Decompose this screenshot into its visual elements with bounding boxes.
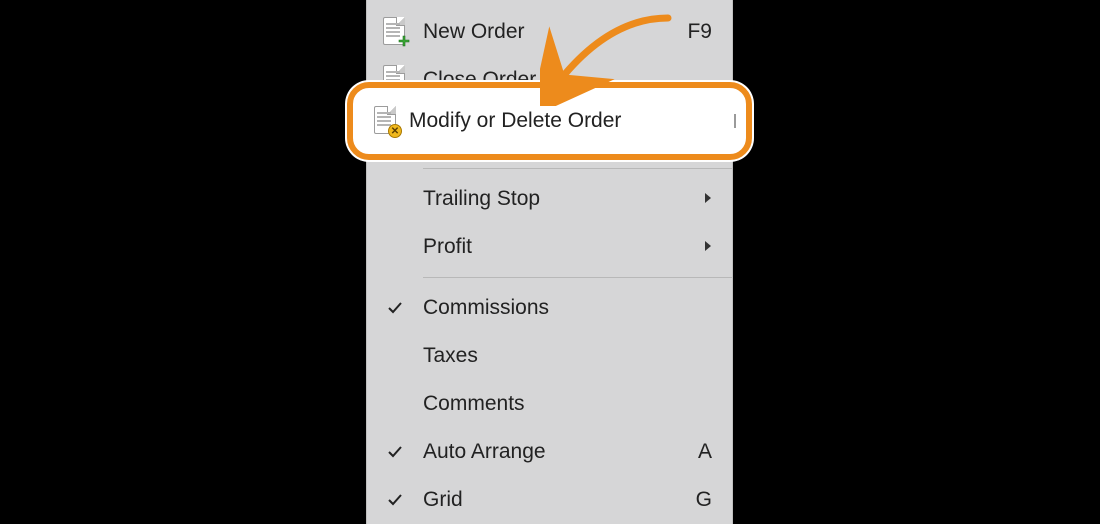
menu-separator (423, 277, 732, 278)
submenu-arrow-icon (704, 239, 712, 255)
menu-item-label: Comments (423, 392, 712, 416)
highlight-tick (734, 114, 736, 128)
menu-item-shortcut: G (696, 488, 712, 512)
menu-item-trailing-stop[interactable]: Trailing Stop (367, 175, 732, 223)
menu-item-modify-delete[interactable]: ✕ Modify or Delete Order (353, 102, 746, 140)
menu-item-auto-arrange[interactable]: Auto Arrange A (367, 428, 732, 476)
check-icon (367, 476, 423, 524)
menu-item-commissions[interactable]: Commissions (367, 284, 732, 332)
menu-item-shortcut: F9 (687, 20, 712, 44)
menu-item-comments[interactable]: Comments (367, 380, 732, 428)
submenu-arrow-icon (704, 191, 712, 207)
highlight-callout: ✕ Modify or Delete Order (347, 82, 752, 160)
menu-item-grid[interactable]: Grid G (367, 476, 732, 524)
menu-item-taxes[interactable]: Taxes (367, 332, 732, 380)
modify-delete-icon: ✕ (363, 106, 409, 136)
check-icon (367, 284, 423, 332)
new-order-icon (367, 8, 423, 56)
menu-separator (423, 168, 732, 169)
menu-item-label: Trailing Stop (423, 187, 704, 211)
menu-item-shortcut: A (698, 440, 712, 464)
menu-item-label: Modify or Delete Order (409, 109, 738, 133)
context-menu: New Order F9 Close Order Trailing Stop P… (366, 0, 733, 524)
menu-item-profit[interactable]: Profit (367, 223, 732, 271)
menu-item-label: Taxes (423, 344, 712, 368)
menu-item-label: Commissions (423, 296, 712, 320)
menu-item-label: Auto Arrange (423, 440, 698, 464)
menu-item-new-order[interactable]: New Order F9 (367, 8, 732, 56)
menu-item-label: New Order (423, 20, 687, 44)
check-icon (367, 428, 423, 476)
menu-item-label: Grid (423, 488, 696, 512)
menu-item-label: Profit (423, 235, 704, 259)
